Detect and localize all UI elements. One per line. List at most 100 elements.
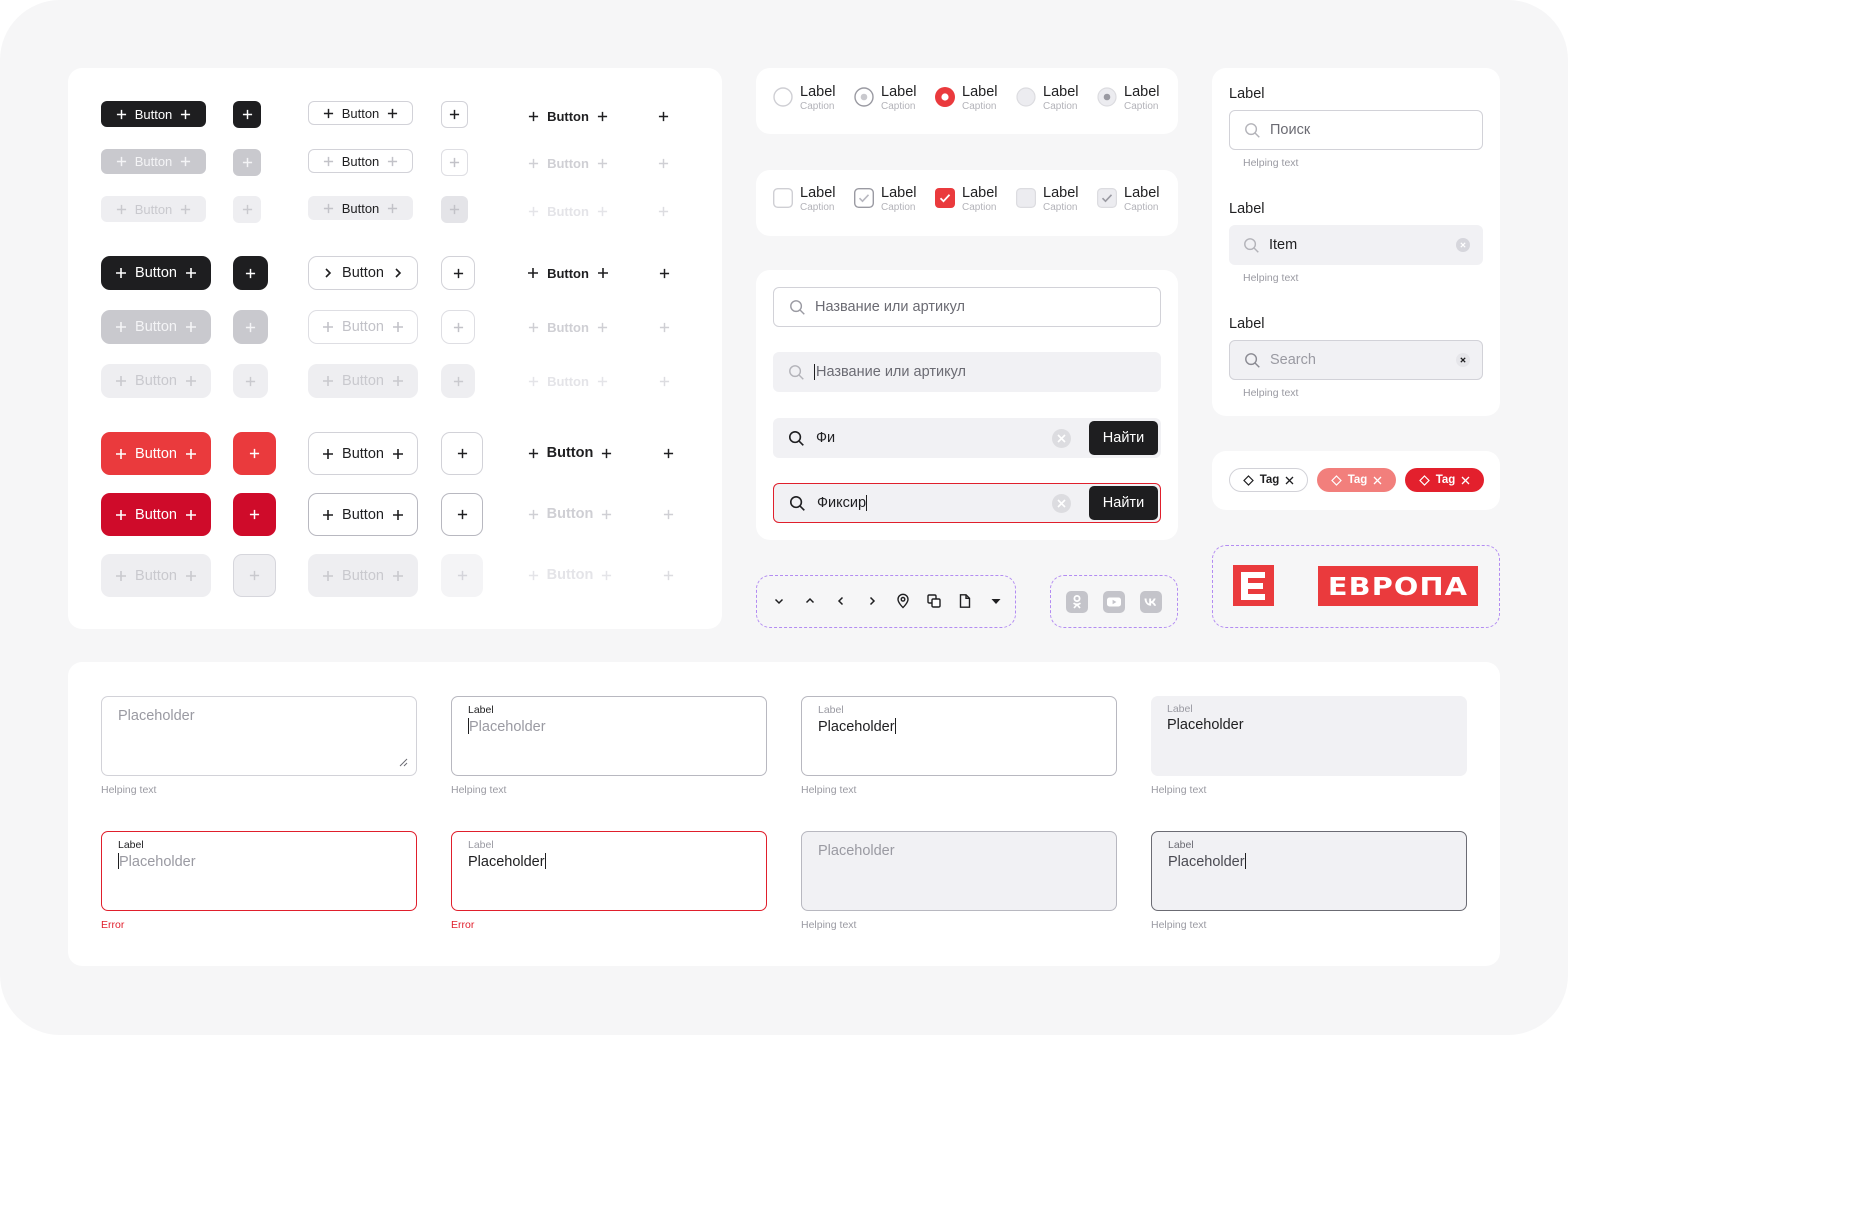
- close-icon[interactable]: [1285, 476, 1294, 485]
- chevron-up-icon[interactable]: [802, 593, 818, 609]
- ghost-button-medium-inactive[interactable]: Button: [520, 368, 616, 394]
- location-pin-icon[interactable]: [895, 593, 911, 609]
- ghost-button-medium-disabled[interactable]: Button: [520, 314, 616, 340]
- accent-button-large[interactable]: Button: [101, 432, 211, 475]
- radio-option[interactable]: Label Caption: [854, 84, 916, 113]
- primary-icon-button-small-inactive[interactable]: [233, 196, 261, 223]
- ghost-button-small-inactive[interactable]: Button: [520, 198, 616, 224]
- ghost-button-small-disabled[interactable]: Button: [520, 150, 616, 176]
- chevron-down-icon[interactable]: [771, 593, 787, 609]
- find-button[interactable]: Найти: [1089, 421, 1158, 455]
- clear-icon[interactable]: [1456, 353, 1470, 367]
- find-button[interactable]: Найти: [1089, 486, 1158, 520]
- secondary-icon-button-medium-disabled[interactable]: [441, 310, 475, 344]
- primary-button-small-inactive[interactable]: Button: [101, 196, 206, 222]
- textarea-error-filled[interactable]: Label Placeholder: [451, 831, 767, 911]
- ghost-icon-button-small-inactive[interactable]: [651, 198, 675, 224]
- labeled-search-input-filled[interactable]: Item: [1229, 225, 1483, 265]
- textarea-hover-filled[interactable]: Label Placeholder: [1151, 831, 1467, 911]
- primary-icon-button-small[interactable]: [233, 101, 261, 128]
- ghost-button-small[interactable]: Button: [520, 103, 616, 129]
- copy-icon[interactable]: [926, 593, 942, 609]
- ghost-button-large[interactable]: Button: [520, 440, 620, 466]
- secondary-button-medium-inactive[interactable]: Button: [308, 364, 418, 398]
- ghost-icon-button-large-inactive[interactable]: [656, 562, 680, 588]
- primary-button-medium-disabled[interactable]: Button: [101, 310, 211, 344]
- ghost-button-medium[interactable]: Button: [520, 260, 616, 286]
- secondary-button-small[interactable]: Button: [308, 101, 413, 125]
- file-icon[interactable]: [957, 593, 973, 609]
- secondary-button-small-hover[interactable]: Button: [308, 149, 413, 173]
- textarea-empty[interactable]: Placeholder: [101, 696, 417, 776]
- secondary-button-large-hover[interactable]: Button: [308, 493, 418, 536]
- accent-icon-button-large-inactive[interactable]: [233, 554, 276, 597]
- primary-icon-button-medium[interactable]: [233, 256, 268, 290]
- textarea-error-empty[interactable]: Label Placeholder: [101, 831, 417, 911]
- textarea-disabled[interactable]: Placeholder: [801, 831, 1117, 911]
- clear-icon[interactable]: [1456, 238, 1470, 252]
- resize-handle-icon[interactable]: [399, 758, 408, 767]
- ghost-icon-button-small-disabled[interactable]: [651, 150, 675, 176]
- secondary-icon-button-small-pressed[interactable]: [441, 196, 468, 223]
- secondary-button-medium-chevron[interactable]: Button: [308, 256, 418, 290]
- checkbox-option[interactable]: Label Caption: [854, 185, 916, 214]
- ghost-button-large-disabled[interactable]: Button: [520, 501, 620, 527]
- checkbox-option[interactable]: Label Caption: [1097, 185, 1159, 214]
- primary-icon-button-small-disabled[interactable]: [233, 149, 261, 176]
- secondary-icon-button-medium-inactive[interactable]: [441, 364, 475, 398]
- primary-icon-button-medium-inactive[interactable]: [233, 364, 268, 398]
- textarea-focus-empty[interactable]: Label Placeholder: [451, 696, 767, 776]
- radio-option[interactable]: Label Caption: [1097, 84, 1159, 113]
- secondary-button-large-inactive[interactable]: Button: [308, 554, 418, 597]
- labeled-search-input-hover[interactable]: Search: [1229, 340, 1483, 380]
- checkbox-option[interactable]: Label Caption: [773, 185, 835, 214]
- secondary-button-medium-disabled[interactable]: Button: [308, 310, 418, 344]
- textarea-filled[interactable]: Label Placeholder: [1151, 696, 1467, 776]
- vk-icon[interactable]: [1140, 591, 1162, 613]
- ghost-icon-button-medium[interactable]: [652, 260, 676, 286]
- secondary-icon-button-large[interactable]: [441, 432, 483, 475]
- primary-icon-button-medium-disabled[interactable]: [233, 310, 268, 344]
- caret-down-icon[interactable]: [988, 593, 1004, 609]
- secondary-button-small-pressed[interactable]: Button: [308, 196, 413, 220]
- accent-icon-button-large[interactable]: [233, 432, 276, 475]
- secondary-icon-button-large-hover[interactable]: [441, 493, 483, 536]
- search-input-focused[interactable]: Название или артикул: [773, 352, 1161, 392]
- ghost-button-large-inactive[interactable]: Button: [520, 562, 620, 588]
- close-icon[interactable]: [1461, 476, 1470, 485]
- ghost-icon-button-medium-inactive[interactable]: [652, 368, 676, 394]
- labeled-search-input[interactable]: Поиск: [1229, 110, 1483, 150]
- radio-option[interactable]: Label Caption: [773, 84, 835, 113]
- tag-outline[interactable]: Tag: [1229, 468, 1308, 492]
- secondary-icon-button-small-disabled[interactable]: [441, 149, 468, 176]
- odnoklassniki-icon[interactable]: [1066, 591, 1088, 613]
- primary-button-medium[interactable]: Button: [101, 256, 211, 290]
- tag-light-red[interactable]: Tag: [1317, 468, 1396, 492]
- secondary-icon-button-small[interactable]: [441, 101, 468, 128]
- youtube-icon[interactable]: [1103, 591, 1125, 613]
- close-icon[interactable]: [1373, 476, 1382, 485]
- ghost-icon-button-large-disabled[interactable]: [656, 501, 680, 527]
- secondary-icon-button-large-inactive[interactable]: [441, 554, 483, 597]
- accent-icon-button-large-hover[interactable]: [233, 493, 276, 536]
- accent-button-large-hover[interactable]: Button: [101, 493, 211, 536]
- ghost-icon-button-large[interactable]: [656, 440, 680, 466]
- primary-button-medium-inactive[interactable]: Button: [101, 364, 211, 398]
- search-input[interactable]: Название или артикул: [773, 287, 1161, 327]
- ghost-icon-button-medium-disabled[interactable]: [652, 314, 676, 340]
- tag-red[interactable]: Tag: [1405, 468, 1484, 492]
- checkbox-option[interactable]: Label Caption: [935, 185, 997, 214]
- chevron-left-icon[interactable]: [833, 593, 849, 609]
- secondary-button-large[interactable]: Button: [308, 432, 418, 475]
- radio-option[interactable]: Label Caption: [935, 84, 997, 113]
- accent-button-large-inactive[interactable]: Button: [101, 554, 211, 597]
- secondary-icon-button-medium[interactable]: [441, 256, 475, 290]
- chevron-right-icon[interactable]: [864, 593, 880, 609]
- primary-button-small-disabled[interactable]: Button: [101, 149, 206, 174]
- checkbox-option[interactable]: Label Caption: [1016, 185, 1078, 214]
- primary-button-small[interactable]: Button: [101, 101, 206, 127]
- radio-option[interactable]: Label Caption: [1016, 84, 1078, 113]
- clear-icon[interactable]: [1052, 494, 1071, 513]
- ghost-icon-button-small[interactable]: [651, 103, 675, 129]
- textarea-focus-filled[interactable]: Label Placeholder: [801, 696, 1117, 776]
